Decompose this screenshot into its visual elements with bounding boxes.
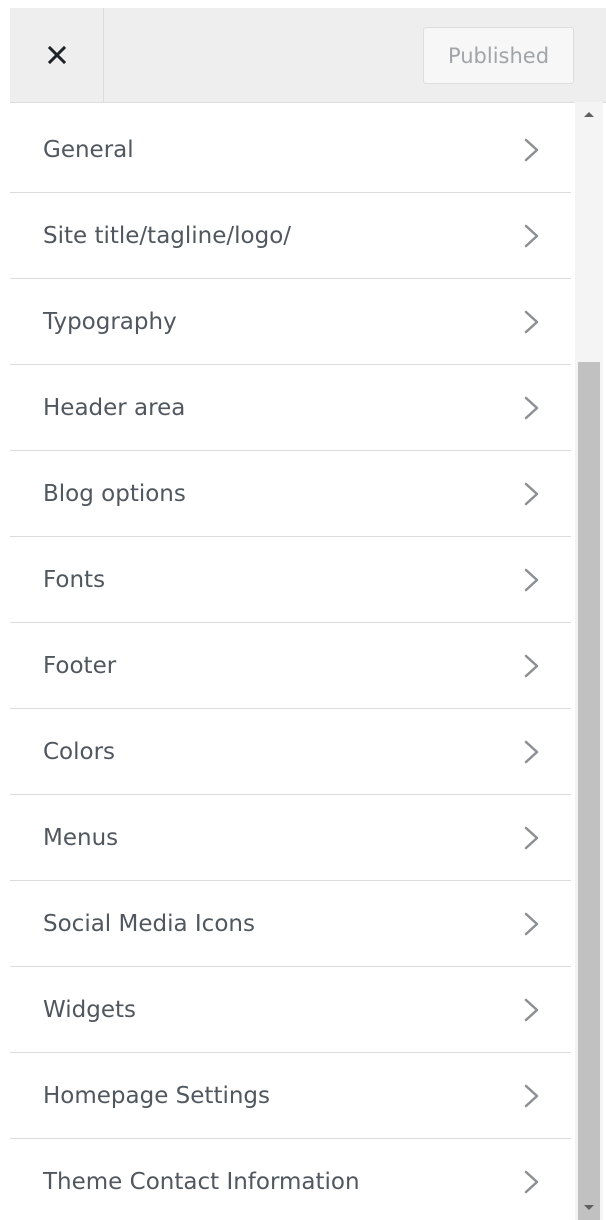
menu-item[interactable]: Fonts xyxy=(10,537,571,623)
chevron-right-icon xyxy=(522,567,542,593)
menu-item[interactable]: Widgets xyxy=(10,967,571,1053)
menu-item-label: Header area xyxy=(43,395,186,421)
menu-item-label: Theme Contact Information xyxy=(43,1169,360,1195)
menu-item-label: Typography xyxy=(43,309,177,335)
chevron-right-icon xyxy=(522,223,542,249)
menu-item[interactable]: Blog options xyxy=(10,451,571,537)
menu-item[interactable]: Theme Contact Information xyxy=(10,1139,571,1220)
menu-item-label: Colors xyxy=(43,739,116,765)
menu-item-label: Widgets xyxy=(43,997,136,1023)
menu-item[interactable]: Social Media Icons xyxy=(10,881,571,967)
customizer-menu: General Site title/tagline/logo/Typograph… xyxy=(10,107,571,1220)
menu-item-label: Homepage Settings xyxy=(43,1083,271,1109)
menu-item[interactable]: Typography xyxy=(10,279,571,365)
chevron-right-icon xyxy=(522,653,542,679)
chevron-right-icon xyxy=(522,309,542,335)
chevron-right-icon xyxy=(522,137,542,163)
menu-item-label: Blog options xyxy=(43,481,186,507)
scrollbar[interactable] xyxy=(575,102,603,1220)
menu-item[interactable]: Header area xyxy=(10,365,571,451)
menu-item[interactable]: Colors xyxy=(10,709,571,795)
scrollbar-thumb[interactable] xyxy=(578,362,600,1220)
menu-item-label: General xyxy=(43,137,134,163)
chevron-right-icon xyxy=(522,481,542,507)
menu-item-label: Site title/tagline/logo/ xyxy=(43,223,292,249)
chevron-right-icon xyxy=(522,911,542,937)
chevron-right-icon xyxy=(522,739,542,765)
scroll-up-arrow-icon[interactable] xyxy=(575,102,603,126)
chevron-right-icon xyxy=(522,1083,542,1109)
publish-button[interactable]: Published xyxy=(423,27,574,84)
customizer-header: Published xyxy=(10,8,606,103)
menu-item-label: Footer xyxy=(43,653,117,679)
menu-item-label: Menus xyxy=(43,825,119,851)
chevron-right-icon xyxy=(522,825,542,851)
chevron-right-icon xyxy=(522,997,542,1023)
menu-item[interactable]: Homepage Settings xyxy=(10,1053,571,1139)
customizer-panel: Published General Site title/tagline/logo… xyxy=(0,0,606,1220)
chevron-right-icon xyxy=(522,1169,542,1195)
scroll-down-arrow-icon[interactable] xyxy=(575,1196,603,1220)
menu-item[interactable]: Site title/tagline/logo/ xyxy=(10,193,571,279)
close-button[interactable] xyxy=(10,8,104,102)
menu-item-label: Fonts xyxy=(43,567,106,593)
chevron-right-icon xyxy=(522,395,542,421)
menu-item[interactable]: General xyxy=(10,107,571,193)
menu-item-label: Social Media Icons xyxy=(43,911,255,937)
menu-item[interactable]: Footer xyxy=(10,623,571,709)
close-icon xyxy=(47,45,67,65)
menu-item[interactable]: Menus xyxy=(10,795,571,881)
